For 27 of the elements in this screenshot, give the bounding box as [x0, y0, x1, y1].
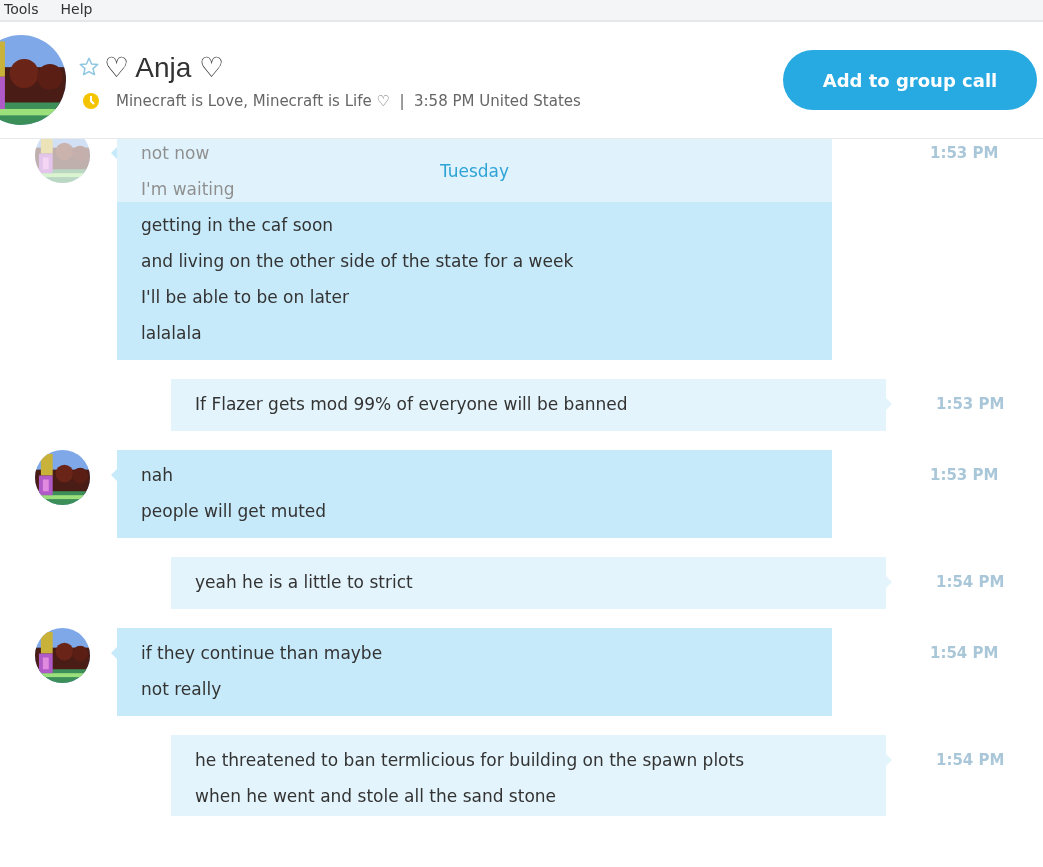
- menu-item[interactable]: Help: [60, 0, 93, 20]
- message-time: 1:54 PM: [936, 750, 1005, 771]
- message-text: not really: [141, 678, 222, 701]
- menu-item[interactable]: Tools: [4, 0, 39, 20]
- message-text: he threatened to ban termlicious for building on the spawn plots: [195, 749, 745, 772]
- date-divider: Tuesday: [439, 161, 510, 183]
- message-text: if they continue than maybe: [141, 642, 383, 665]
- message-text: getting in the caf soon: [141, 214, 334, 237]
- message-time: 1:54 PM: [936, 572, 1005, 593]
- message-text: nah: [141, 464, 173, 487]
- contact-name: ♡ Anja ♡: [104, 50, 225, 84]
- message-text: not now: [141, 142, 210, 165]
- message-text: yeah he is a little to strict: [195, 571, 413, 594]
- clock-icon: [82, 91, 100, 110]
- message-text: lalalala: [141, 322, 202, 345]
- message-time: 1:53 PM: [930, 465, 999, 486]
- message-time: 1:54 PM: [930, 643, 999, 664]
- message-text: and living on the other side of the state for a week: [141, 250, 574, 273]
- message-text: If Flazer gets mod 99% of everyone will be banned: [195, 393, 628, 416]
- star-icon[interactable]: [78, 56, 100, 78]
- message-text: I'll be able to be on later: [141, 286, 349, 309]
- status-text: Minecraft is Love, Minecraft is Life ♡ | 3:58 PM United States: [116, 91, 581, 110]
- message-time: 1:53 PM: [930, 143, 999, 164]
- message-text: people will get muted: [141, 500, 327, 523]
- message-time: 1:53 PM: [936, 394, 1005, 415]
- message-text: I'm waiting: [141, 178, 235, 201]
- message-text: when he went and stole all the sand stone: [195, 785, 557, 808]
